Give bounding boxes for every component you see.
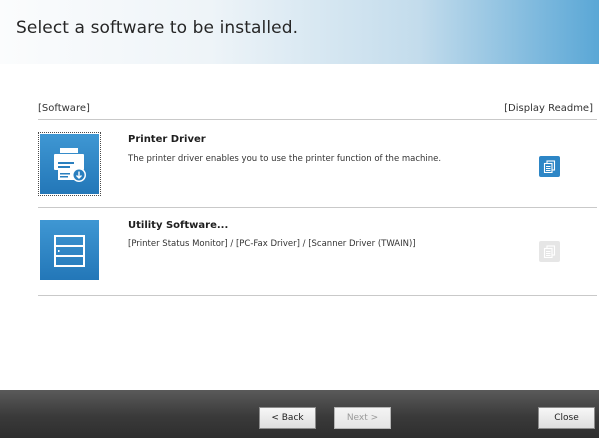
utility-software-description: [Printer Status Monitor] / [PC-Fax Drive… xyxy=(128,239,416,249)
utility-stack-icon xyxy=(54,235,85,267)
divider-bottom xyxy=(38,295,597,296)
printer-download-icon xyxy=(54,148,86,182)
software-item-utility[interactable]: Utility Software... [Printer Status Moni… xyxy=(38,210,597,295)
printer-driver-description: The printer driver enables you to use th… xyxy=(128,154,442,164)
readme-document-icon xyxy=(543,160,556,173)
software-column-header: [Software] xyxy=(38,103,90,114)
page-title: Select a software to be installed. xyxy=(16,18,299,38)
printer-driver-readme-button[interactable] xyxy=(539,156,560,177)
readme-column-header: [Display Readme] xyxy=(504,103,593,114)
header-banner: Select a software to be installed. xyxy=(0,0,599,64)
utility-software-button[interactable] xyxy=(40,220,99,280)
printer-driver-title: Printer Driver xyxy=(128,134,206,145)
software-item-printer-driver[interactable]: Printer Driver The printer driver enable… xyxy=(38,124,597,206)
divider-middle xyxy=(38,207,597,208)
footer-bar: < Back Next > Close xyxy=(0,390,599,438)
close-button[interactable]: Close xyxy=(538,407,595,429)
printer-driver-button[interactable] xyxy=(38,132,101,196)
installer-window: Select a software to be installed. [Soft… xyxy=(0,0,599,438)
readme-document-icon xyxy=(543,245,556,258)
utility-readme-button[interactable] xyxy=(539,241,560,262)
divider-top xyxy=(38,119,597,120)
next-button[interactable]: Next > xyxy=(334,407,391,429)
utility-software-title: Utility Software... xyxy=(128,220,229,231)
back-button[interactable]: < Back xyxy=(259,407,316,429)
